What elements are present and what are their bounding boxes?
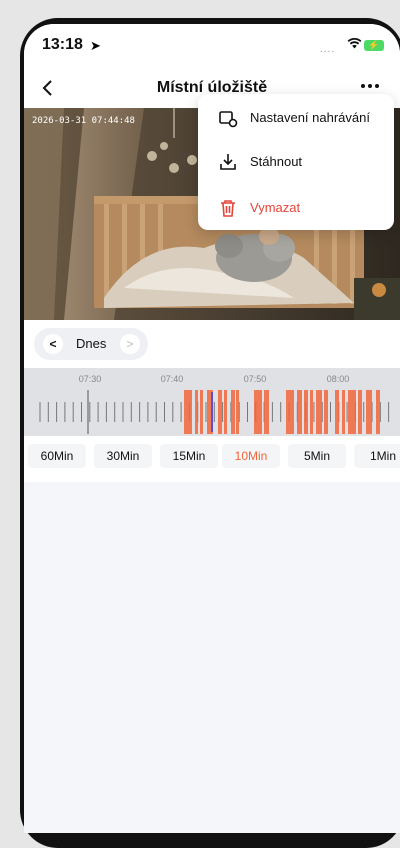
location-arrow-icon: ➤ — [90, 38, 101, 53]
recording-segment[interactable] — [218, 390, 222, 434]
recording-segment[interactable] — [324, 390, 328, 434]
scale-option-10min[interactable]: 10Min — [222, 444, 280, 468]
recording-segment[interactable] — [342, 390, 345, 434]
timeline-tick-label: 07:50 — [244, 374, 267, 384]
timeline-tick-label: 07:40 — [161, 374, 184, 384]
app-screen: 13:18 ➤ .... ⚡ Místní úložiště 2026-03-3… — [24, 24, 400, 833]
date-selector: < Dnes > — [34, 328, 148, 360]
recording-segment[interactable] — [200, 390, 203, 434]
date-bar: < Dnes > — [24, 320, 400, 368]
recording-settings-icon — [218, 108, 238, 128]
scale-option-1min[interactable]: 1Min — [354, 444, 400, 468]
video-timestamp: 2026-03-31 07:44:48 — [32, 116, 135, 126]
battery-charging-icon: ⚡ — [364, 40, 384, 51]
signal-indicator: .... — [320, 44, 336, 55]
content-area — [24, 482, 400, 833]
scale-option-15min[interactable]: 15Min — [160, 444, 218, 468]
menu-item-label: Stáhnout — [250, 154, 303, 169]
timeline-track: 07:30 07:40 07:50 08:00 — [39, 374, 390, 434]
recording-segment[interactable] — [224, 390, 227, 434]
recording-segment[interactable] — [195, 390, 198, 434]
date-label: Dnes — [76, 336, 107, 351]
recording-segment[interactable] — [184, 390, 192, 434]
status-bar: 13:18 ➤ .... ⚡ — [24, 24, 400, 70]
playback-timeline[interactable]: 07:30 07:40 07:50 08:00 — [24, 368, 400, 436]
recording-segment[interactable] — [236, 390, 239, 434]
recording-segment[interactable] — [376, 390, 380, 434]
timeline-tick-label: 08:00 — [327, 374, 350, 384]
timeline-tick-label: 07:30 — [79, 374, 102, 384]
recording-segment[interactable] — [231, 390, 235, 434]
scale-option-60min[interactable]: 60Min — [28, 444, 86, 468]
playhead-marker[interactable] — [211, 392, 213, 432]
menu-item-label: Vymazat — [250, 200, 301, 215]
menu-item-label: Nastavení nahrávání — [250, 110, 370, 125]
recording-segment[interactable] — [264, 390, 269, 434]
recording-segment[interactable] — [310, 390, 313, 434]
recording-segment[interactable] — [348, 390, 356, 434]
recording-segment[interactable] — [297, 390, 302, 434]
previous-day-button[interactable]: < — [43, 334, 63, 354]
menu-item-delete[interactable]: Vymazat — [198, 188, 394, 228]
trash-icon — [218, 198, 238, 218]
recording-segment[interactable] — [286, 390, 294, 434]
download-icon — [218, 152, 238, 172]
recording-segment[interactable] — [366, 390, 372, 434]
wifi-icon — [347, 37, 362, 52]
recording-segment[interactable] — [335, 390, 339, 434]
options-menu: Nastavení nahrávání Stáhnout Vymazat — [198, 94, 394, 230]
zoom-scale-bar: 60Min 30Min 15Min 10Min 5Min 1Min — [24, 436, 400, 482]
scale-option-5min[interactable]: 5Min — [288, 444, 346, 468]
scale-option-30min[interactable]: 30Min — [94, 444, 152, 468]
menu-item-download[interactable]: Stáhnout — [198, 142, 394, 182]
recording-segment[interactable] — [304, 390, 308, 434]
status-time: 13:18 — [42, 36, 83, 53]
recording-segment[interactable] — [358, 390, 362, 434]
recording-segment[interactable] — [254, 390, 262, 434]
next-day-button[interactable]: > — [120, 334, 140, 354]
recording-segment[interactable] — [316, 390, 322, 434]
menu-item-recording-settings[interactable]: Nastavení nahrávání — [198, 98, 394, 138]
